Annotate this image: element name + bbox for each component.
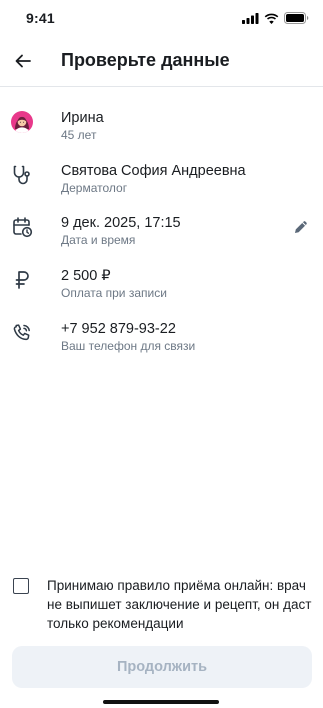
payment-label: Оплата при записи [61, 286, 167, 300]
calendar-clock-icon [10, 215, 34, 239]
consent-text: Принимаю правило приёма онлайн: врач не … [47, 578, 312, 631]
battery-icon [284, 12, 309, 24]
doctor-name: Святова София Андреевна [61, 163, 246, 179]
header: Проверьте данные [0, 36, 323, 87]
patient-row: Ирина 45 лет [0, 110, 323, 162]
wifi-icon [264, 13, 279, 24]
arrow-left-icon [15, 54, 31, 68]
status-icons [242, 12, 309, 24]
page-title: Проверьте данные [61, 50, 230, 70]
consent-checkbox[interactable] [13, 578, 29, 594]
appointment-datetime-label: Дата и время [61, 233, 136, 247]
phone-label: Ваш телефон для связи [61, 339, 196, 353]
price: 2 500 ₽ [61, 268, 111, 284]
pencil-icon [295, 221, 307, 233]
home-indicator [103, 700, 219, 704]
doctor-row: Святова София Андреевна Дерматолог [0, 163, 323, 215]
phone-icon [10, 321, 34, 345]
phone-number: +7 952 879-93-22 [61, 321, 176, 337]
cellular-signal-icon [242, 12, 259, 24]
patient-avatar-wrap [10, 110, 34, 134]
edit-datetime-button[interactable] [291, 217, 311, 237]
patient-avatar [11, 111, 33, 133]
patient-name: Ирина [61, 110, 104, 126]
phone-row: +7 952 879-93-22 Ваш телефон для связи [0, 321, 323, 373]
status-bar: 9:41 [0, 0, 323, 36]
datetime-row: 9 дек. 2025, 17:15 Дата и время [0, 215, 323, 267]
status-time: 9:41 [26, 10, 55, 26]
patient-age: 45 лет [61, 128, 97, 142]
ruble-icon [10, 268, 34, 292]
back-button[interactable] [10, 48, 36, 74]
doctor-specialty: Дерматолог [61, 181, 128, 195]
payment-row: 2 500 ₽ Оплата при записи [0, 268, 323, 320]
appointment-datetime: 9 дек. 2025, 17:15 [61, 215, 181, 231]
stethoscope-icon [10, 163, 34, 187]
continue-button[interactable]: Продолжить [12, 646, 312, 688]
avatar-face-icon [14, 116, 30, 133]
consent-block: Принимаю правило приёма онлайн: врач не … [0, 576, 323, 636]
